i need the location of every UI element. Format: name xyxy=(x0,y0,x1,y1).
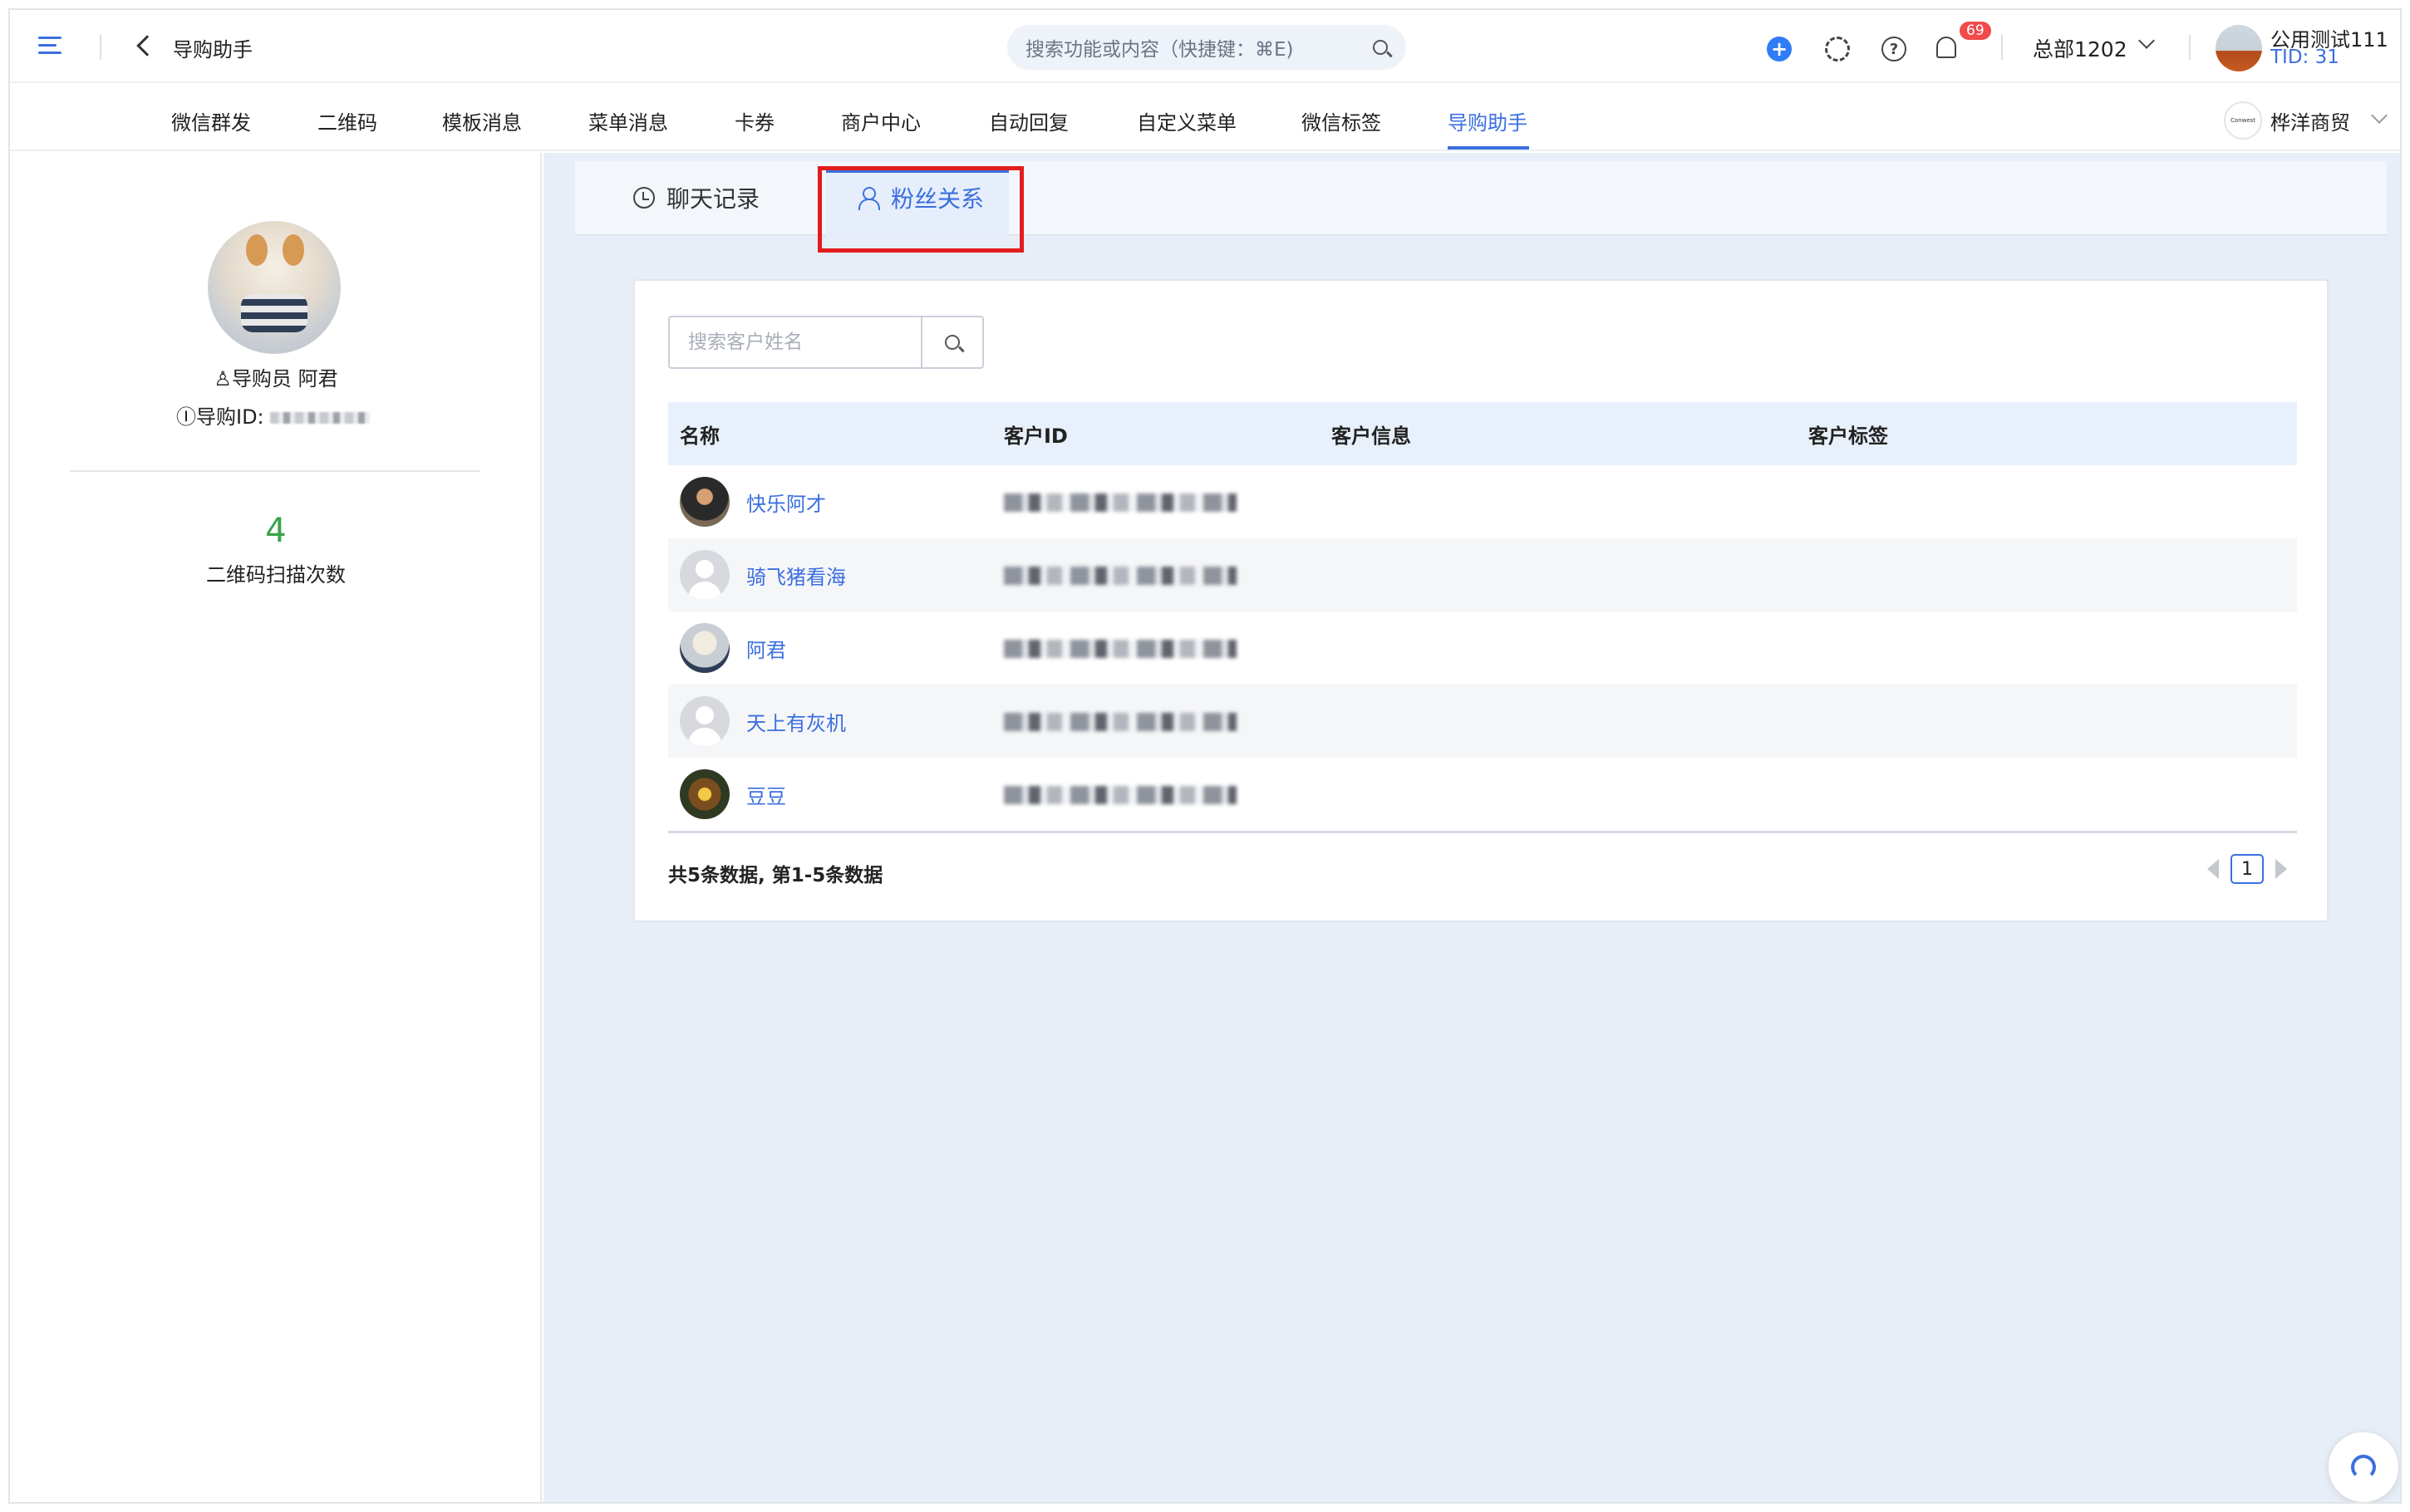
customer-name-link[interactable]: 豆豆 xyxy=(746,780,786,809)
divider xyxy=(2001,35,2003,60)
tab-chat-records-label: 聊天记录 xyxy=(666,185,760,213)
global-search-input[interactable]: 搜索功能或内容（快捷键：⌘E) xyxy=(1007,25,1406,70)
chat-icon xyxy=(633,187,655,209)
table-row: 天上有灰机 xyxy=(668,685,2297,758)
customer-id-redacted xyxy=(1004,786,1237,804)
breadcrumb: 导购助手 xyxy=(173,38,253,61)
divider xyxy=(100,35,101,60)
customer-search xyxy=(668,316,984,369)
add-icon[interactable]: + xyxy=(1767,37,1792,61)
id-icon: Ⓘ xyxy=(176,405,196,429)
fans-card: 名称 客户ID 客户信息 客户标签 快乐阿才 骑飞猪看海 xyxy=(633,279,2329,922)
department-selector[interactable]: 总部1202 xyxy=(2033,33,2127,63)
divider xyxy=(70,470,480,472)
prev-page-icon[interactable] xyxy=(2207,859,2219,879)
company-selector[interactable]: 桦洋商贸 xyxy=(2270,106,2350,135)
global-search-placeholder: 搜索功能或内容（快捷键：⌘E) xyxy=(1025,39,1294,61)
customer-id-redacted xyxy=(1004,640,1237,658)
search-button[interactable] xyxy=(921,317,982,367)
bell-icon[interactable] xyxy=(1936,37,1956,58)
default-avatar xyxy=(680,550,730,600)
guide-id-redacted xyxy=(270,412,371,424)
column-header-customer-id: 客户ID xyxy=(1004,424,1068,448)
customer-id-redacted xyxy=(1004,713,1237,731)
company-logo: Conwest xyxy=(2224,101,2262,140)
user-tid: TID: 31 xyxy=(2270,47,2339,68)
hamburger-menu-icon[interactable] xyxy=(38,33,65,60)
scan-count-value: 4 xyxy=(265,512,287,550)
chevron-down-icon[interactable] xyxy=(2371,107,2388,124)
pagination-summary: 共5条数据, 第1-5条数据 xyxy=(668,865,883,886)
photo-avatar xyxy=(680,477,730,527)
column-header-customer-tags: 客户标签 xyxy=(1808,424,1888,448)
table-row: 快乐阿才 xyxy=(668,465,2297,538)
default-avatar xyxy=(680,696,730,746)
help-icon[interactable]: ? xyxy=(1881,37,1906,61)
nav-item-merchant-center[interactable]: 商户中心 xyxy=(841,106,921,135)
search-icon xyxy=(945,335,960,350)
customer-id-redacted xyxy=(1004,493,1237,512)
customer-table: 名称 客户ID 客户信息 客户标签 快乐阿才 骑飞猪看海 阿君 天上有灰机 豆豆 xyxy=(668,402,2297,833)
tab-chat-records[interactable]: 聊天记录 xyxy=(633,181,760,214)
nav-item-wechat-broadcast[interactable]: 微信群发 xyxy=(171,106,251,135)
user-avatar[interactable] xyxy=(2216,25,2262,71)
column-header-name: 名称 xyxy=(680,424,720,448)
scan-count-label: 二维码扫描次数 xyxy=(206,563,346,587)
person-icon: ♙ xyxy=(214,367,232,390)
flower-avatar xyxy=(680,769,730,819)
headset-icon xyxy=(2351,1455,2376,1480)
table-row: 阿君 xyxy=(668,611,2297,685)
search-icon[interactable] xyxy=(1373,40,1388,55)
table-row: 豆豆 xyxy=(668,758,2297,831)
table-bottom-border xyxy=(668,831,2297,833)
nav-item-coupon[interactable]: 卡券 xyxy=(735,106,775,135)
gear-icon[interactable] xyxy=(1825,37,1850,61)
nav-item-shopping-guide[interactable]: 导购助手 xyxy=(1448,106,1527,135)
pagination: 1 xyxy=(2207,854,2287,884)
nav-item-template-message[interactable]: 模板消息 xyxy=(442,106,522,135)
table-header: 名称 客户ID 客户信息 客户标签 xyxy=(668,402,2297,465)
highlight-annotation xyxy=(818,166,1024,253)
customer-name-link[interactable]: 阿君 xyxy=(746,634,786,663)
nav-item-qrcode[interactable]: 二维码 xyxy=(317,106,377,135)
nav-item-wechat-tags[interactable]: 微信标签 xyxy=(1301,106,1381,135)
guide-name: ♙导购员 阿君 xyxy=(214,367,338,390)
customer-name-link[interactable]: 快乐阿才 xyxy=(746,488,826,517)
guide-id: Ⓘ导购ID: xyxy=(176,400,371,430)
notification-badge: 69 xyxy=(1960,22,1991,40)
nav-item-custom-menu[interactable]: 自定义菜单 xyxy=(1137,106,1237,135)
customer-name-link[interactable]: 天上有灰机 xyxy=(746,707,846,736)
customer-id-redacted xyxy=(1004,567,1237,585)
nav-item-auto-reply[interactable]: 自动回复 xyxy=(989,106,1069,135)
table-row: 骑飞猪看海 xyxy=(668,538,2297,611)
hamster-avatar xyxy=(680,623,730,673)
app-window: 导购助手 搜索功能或内容（快捷键：⌘E) + ? 69 总部1202 公用测试1… xyxy=(8,8,2402,1504)
guide-id-label: 导购ID: xyxy=(196,405,264,429)
guide-avatar xyxy=(208,221,341,354)
page-number-button[interactable]: 1 xyxy=(2230,854,2264,884)
customer-name-link[interactable]: 骑飞猪看海 xyxy=(746,561,846,590)
customer-support-button[interactable] xyxy=(2329,1432,2398,1502)
main-content: 聊天记录 粉丝关系 名称 客户ID 客户信息 客户标签 xyxy=(543,153,2400,1502)
module-nav: 微信群发 二维码 模板消息 菜单消息 卡券 商户中心 自动回复 自定义菜单 微信… xyxy=(10,85,2400,151)
guide-profile-panel: ♙导购员 阿君 Ⓘ导购ID: 4 二维码扫描次数 xyxy=(10,153,542,1502)
divider xyxy=(2189,35,2191,60)
table-body: 快乐阿才 骑飞猪看海 阿君 天上有灰机 豆豆 xyxy=(668,465,2297,831)
column-header-customer-info: 客户信息 xyxy=(1331,424,1411,448)
back-arrow-icon[interactable] xyxy=(136,35,158,56)
active-nav-indicator xyxy=(1448,146,1529,150)
chevron-down-icon[interactable] xyxy=(2138,32,2155,49)
next-page-icon[interactable] xyxy=(2275,859,2287,879)
customer-search-input[interactable] xyxy=(670,317,921,367)
top-bar: 导购助手 搜索功能或内容（快捷键：⌘E) + ? 69 总部1202 公用测试1… xyxy=(10,10,2400,83)
nav-item-menu-message[interactable]: 菜单消息 xyxy=(588,106,668,135)
